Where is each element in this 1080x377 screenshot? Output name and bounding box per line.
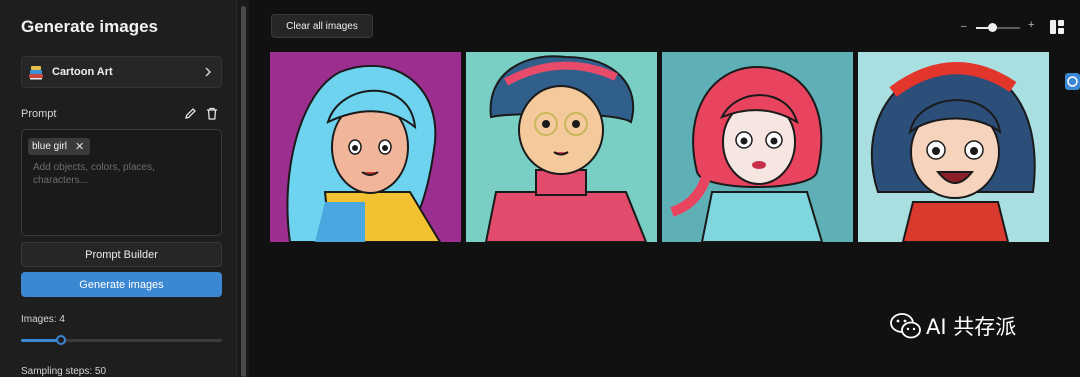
prompt-placeholder: Add objects, colors, places, characters.…	[33, 162, 155, 186]
prompt-label: Prompt	[21, 108, 57, 120]
generated-image-1[interactable]	[270, 52, 461, 242]
scrollbar-thumb[interactable]	[241, 6, 246, 377]
prompt-chip: blue girl ✕	[28, 138, 91, 155]
zoom-slider-thumb[interactable]	[988, 23, 997, 32]
generated-image-3[interactable]	[662, 52, 853, 242]
trash-icon	[207, 107, 217, 120]
images-slider-fill	[21, 339, 62, 342]
watermark-text: AI 共存派	[926, 315, 1017, 339]
prompt-chip-label: blue girl	[32, 141, 68, 152]
generated-image-2[interactable]	[466, 52, 657, 242]
sidebar-scrollbar[interactable]	[236, 0, 249, 377]
style-name: Cartoon Art	[52, 66, 113, 78]
zoom-slider[interactable]	[976, 27, 1020, 29]
zoom-out-button[interactable]: –	[961, 21, 967, 32]
chip-remove-icon[interactable]: ✕	[75, 140, 84, 153]
edit-prompt-button[interactable]	[181, 104, 199, 122]
grid-layout-icon[interactable]	[1050, 20, 1064, 34]
style-selector[interactable]: Cartoon Art	[21, 56, 222, 88]
generated-image-4[interactable]	[858, 52, 1049, 242]
zoom-in-button[interactable]: +	[1028, 19, 1034, 31]
image-gallery	[270, 52, 1049, 242]
clear-all-images-button[interactable]: Clear all images	[271, 14, 373, 38]
clear-prompt-button[interactable]	[203, 104, 221, 122]
images-slider-thumb[interactable]	[56, 335, 67, 345]
watermark: AI 共存派	[890, 311, 1016, 341]
main-panel: Clear all images – + AI 共存派	[250, 0, 1080, 377]
sidebar: Generate images Cartoon Art Prompt blue …	[0, 0, 236, 377]
sampling-steps-label: Sampling steps: 50	[21, 366, 107, 377]
images-count-label: Images: 4	[21, 314, 65, 325]
prompt-input[interactable]: blue girl ✕ Add objects, colors, places,…	[21, 129, 222, 236]
chevron-right-icon	[205, 67, 212, 77]
books-icon	[29, 66, 43, 80]
pencil-icon	[184, 107, 196, 119]
images-slider[interactable]	[21, 339, 222, 342]
prompt-builder-button[interactable]: Prompt Builder	[21, 242, 222, 267]
page-title: Generate images	[21, 17, 159, 36]
wechat-icon	[890, 313, 921, 339]
generate-images-button[interactable]: Generate images	[21, 272, 222, 297]
feedback-icon[interactable]	[1065, 73, 1080, 90]
